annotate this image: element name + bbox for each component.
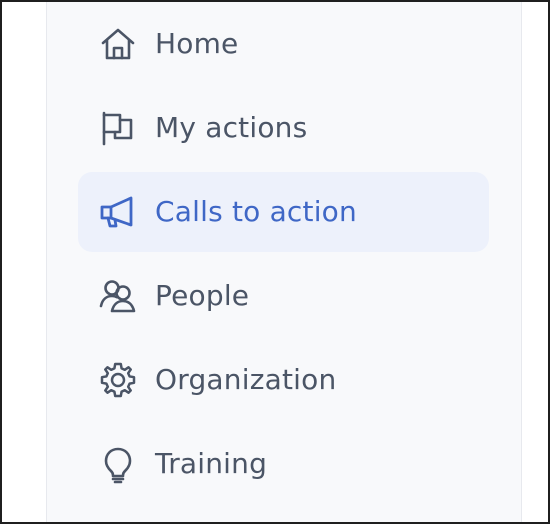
sidebar-item-people[interactable]: People xyxy=(78,256,489,336)
lightbulb-icon xyxy=(98,444,138,484)
sidebar-item-label: People xyxy=(155,279,250,312)
sidebar-item-my-actions[interactable]: My actions xyxy=(78,88,489,168)
sidebar-item-label: Home xyxy=(155,27,239,60)
sidebar-item-home[interactable]: Home xyxy=(78,4,489,84)
home-icon xyxy=(98,24,138,64)
gear-icon xyxy=(98,360,138,400)
app-frame: Home My actions Calls to action People O… xyxy=(0,0,550,524)
sidebar-item-training[interactable]: Training xyxy=(78,424,489,504)
sidebar-item-label: My actions xyxy=(155,111,308,144)
flag-icon xyxy=(98,108,138,148)
sidebar-item-label: Calls to action xyxy=(155,195,357,228)
sidebar-item-label: Organization xyxy=(155,363,337,396)
megaphone-icon xyxy=(98,192,138,232)
sidebar-item-label: Training xyxy=(155,447,268,480)
sidebar-item-organization[interactable]: Organization xyxy=(78,340,489,420)
people-icon xyxy=(98,276,138,316)
sidebar-nav: Home My actions Calls to action People O… xyxy=(78,4,489,508)
sidebar-item-calls-to-action[interactable]: Calls to action xyxy=(78,172,489,252)
